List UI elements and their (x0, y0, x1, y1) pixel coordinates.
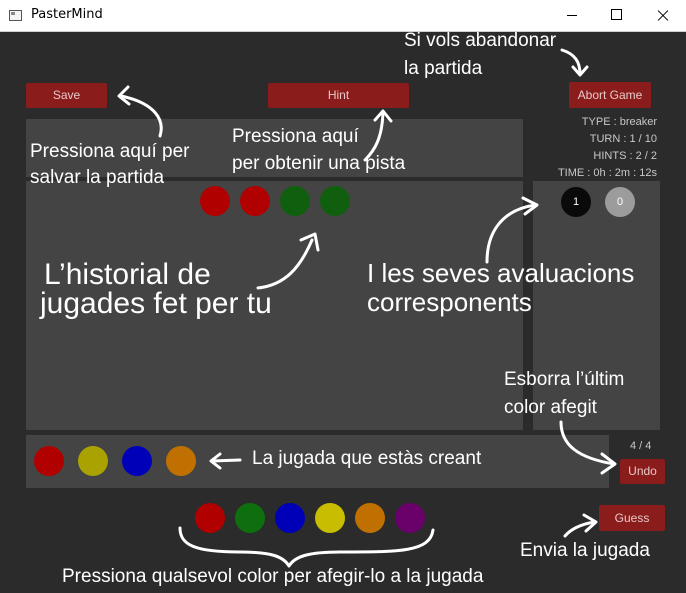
history-annotation-line2: jugades fet per tu (40, 287, 272, 320)
abort-annotation-line2: la partida (404, 58, 483, 79)
palette-annotation: Pressiona qualsevol color per afegir-lo … (62, 566, 484, 587)
undo-annotation-line1: Esborra l’últim (504, 369, 625, 390)
save-annotation-line1: Pressiona aquí per (30, 141, 190, 162)
palette-brace-icon (178, 526, 435, 568)
current-guess-annotation: La jugada que estàs creant (252, 448, 482, 469)
arrow-to-history-icon (256, 238, 314, 290)
guess-annotation: Envia la jugada (520, 540, 650, 561)
save-annotation-line2: salvar la partida (30, 167, 165, 188)
hint-annotation-line1: Pressiona aquí (232, 126, 359, 147)
evals-annotation-line2: corresponents (367, 287, 532, 317)
hint-annotation-line2: per obtenir una pista (232, 153, 406, 174)
evals-annotation-line1: I les seves avaluacions (367, 258, 635, 288)
arrow-to-current-icon (210, 458, 242, 463)
abort-annotation-line1: Si vols abandonar (404, 30, 557, 51)
undo-annotation-line2: color afegit (504, 397, 597, 418)
arrow-to-guess-icon (563, 520, 597, 538)
